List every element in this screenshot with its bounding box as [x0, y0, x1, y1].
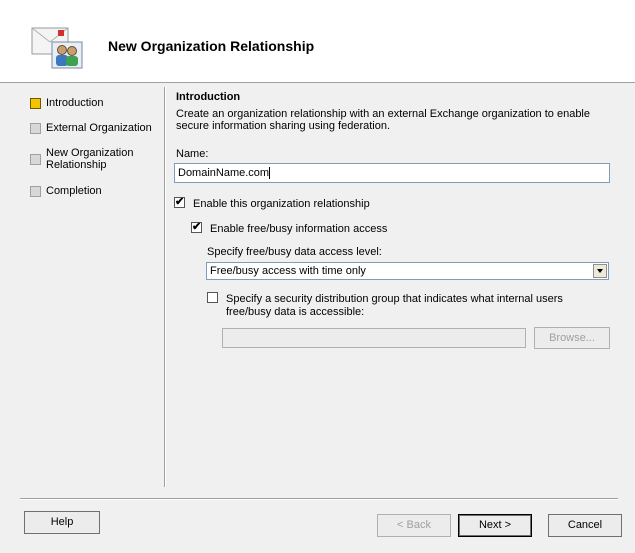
- name-field-value: DomainName.com: [178, 167, 270, 179]
- footer-divider: [20, 498, 618, 500]
- access-level-value: Free/busy access with time only: [210, 265, 366, 277]
- browse-button[interactable]: Browse...: [534, 327, 610, 349]
- step-label: External Organization: [46, 122, 152, 134]
- step-label: Introduction: [46, 97, 104, 109]
- checkmark-icon: ✔: [192, 221, 202, 233]
- section-title: Introduction: [176, 91, 241, 103]
- enable-relationship-checkbox[interactable]: ✔: [174, 196, 185, 208]
- step-pending-icon: [30, 154, 41, 165]
- text-cursor: [269, 167, 271, 180]
- help-button[interactable]: Help: [24, 511, 100, 534]
- name-label: Name:: [176, 148, 209, 160]
- cancel-button[interactable]: Cancel: [548, 514, 622, 537]
- access-level-label: Specify free/busy data access level:: [207, 246, 382, 258]
- step-current-icon: [30, 98, 41, 109]
- next-button[interactable]: Next >: [458, 514, 532, 537]
- step-label: New Organization: [46, 147, 134, 159]
- dropdown-arrow-icon[interactable]: [593, 264, 607, 278]
- step-pending-icon: [30, 186, 41, 197]
- description-text: Create an organization relationship with…: [176, 108, 590, 132]
- access-level-dropdown[interactable]: Free/busy access with time only: [206, 262, 609, 280]
- wizard-header: New Organization Relationship: [0, 0, 635, 83]
- security-group-label: Specify a security distribution group th…: [226, 293, 563, 318]
- enable-freebusy-checkbox[interactable]: ✔: [191, 221, 202, 233]
- checkmark-icon: ✔: [175, 196, 185, 208]
- security-group-checkbox[interactable]: [207, 292, 218, 303]
- enable-freebusy-label: Enable free/busy information access: [210, 223, 388, 235]
- security-group-field[interactable]: [222, 328, 526, 348]
- step-label-line2: Relationship: [46, 159, 107, 171]
- vertical-divider: [164, 87, 166, 487]
- step-pending-icon: [30, 123, 41, 134]
- name-field[interactable]: DomainName.com: [174, 163, 610, 183]
- back-button[interactable]: < Back: [377, 514, 451, 537]
- step-label: Completion: [46, 185, 102, 197]
- organization-relationship-icon: [30, 18, 88, 70]
- page-title: New Organization Relationship: [108, 38, 315, 54]
- enable-relationship-label: Enable this organization relationship: [193, 198, 370, 210]
